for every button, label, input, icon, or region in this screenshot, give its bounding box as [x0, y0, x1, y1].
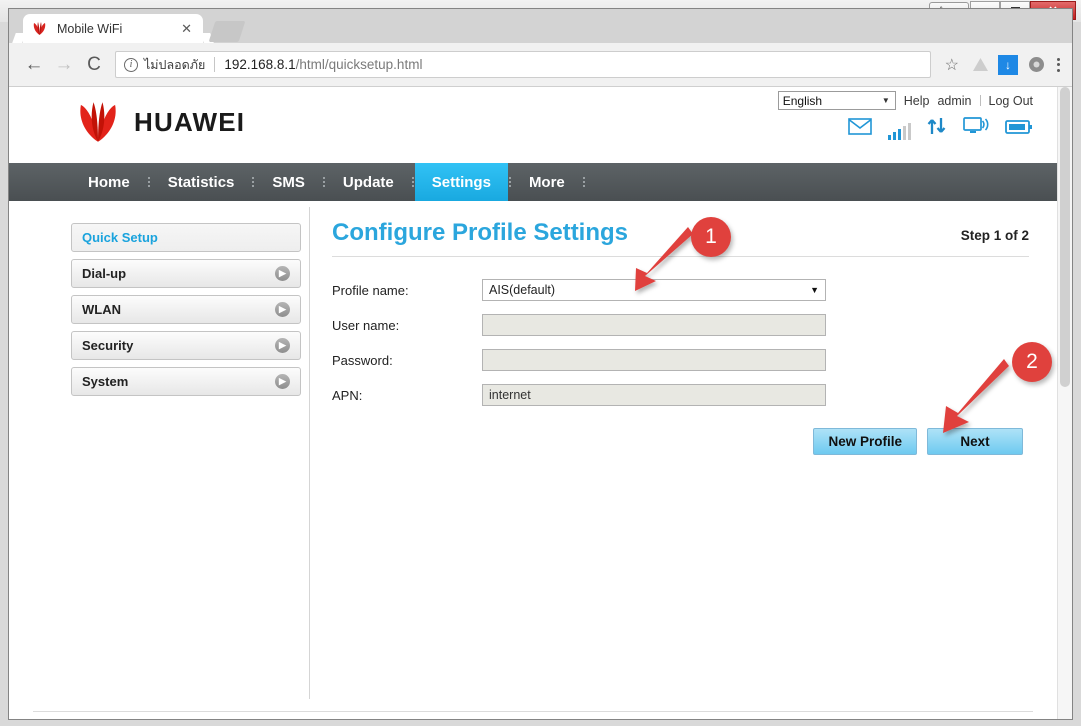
site-header: HUAWEI English ▼ Help admin Log Out: [9, 87, 1057, 163]
three-dot-menu-icon[interactable]: [1057, 57, 1060, 72]
wifi-monitor-icon: [963, 117, 989, 140]
nav-item-settings[interactable]: Settings: [414, 163, 508, 201]
nav-item-update[interactable]: Update: [326, 163, 411, 201]
new-tab-button[interactable]: [208, 21, 246, 42]
huawei-router-page: HUAWEI English ▼ Help admin Log Out Home…: [9, 87, 1057, 719]
new-profile-button[interactable]: New Profile: [813, 428, 917, 455]
profile-name-value: AIS(default): [489, 283, 556, 297]
sidebar-item-quick-setup[interactable]: Quick Setup: [71, 223, 301, 252]
password-input[interactable]: [482, 349, 826, 371]
step-indicator: Step 1 of 2: [960, 228, 1029, 243]
chevron-right-icon: ▶: [275, 266, 290, 281]
language-select[interactable]: English ▼: [777, 91, 896, 110]
scrollbar-thumb[interactable]: [1060, 87, 1070, 387]
page-scrollbar[interactable]: [1057, 87, 1072, 719]
password-label: Password:: [332, 352, 393, 368]
content-header-rule: [332, 256, 1029, 257]
admin-label: admin: [937, 93, 972, 108]
logout-link[interactable]: Log Out: [989, 94, 1033, 108]
apn-label: APN:: [332, 387, 363, 403]
page-body: Quick Setup Dial-up ▶ WLAN ▶ Security ▶ …: [9, 201, 1057, 711]
browser-tabstrip: Mobile WiFi ✕: [9, 9, 1072, 43]
sidebar-item-wlan[interactable]: WLAN ▶: [71, 295, 301, 324]
tab-close-icon[interactable]: ✕: [178, 21, 195, 37]
huawei-logo-icon: [71, 101, 125, 143]
main-navigation: Home Statistics SMS Update Settings More: [9, 163, 1057, 201]
apn-value: internet: [489, 388, 531, 402]
apn-input[interactable]: internet: [482, 384, 826, 406]
nav-item-sms[interactable]: SMS: [255, 163, 322, 201]
sidebar-item-security[interactable]: Security ▶: [71, 331, 301, 360]
huawei-logo: HUAWEI: [71, 101, 245, 143]
sidebar-item-label: System: [82, 374, 129, 389]
utility-divider: [979, 95, 981, 106]
sidebar-item-label: Security: [82, 338, 134, 353]
chevron-right-icon: ▶: [275, 374, 290, 389]
form-row-user-name: User name:: [332, 314, 1029, 336]
huawei-favicon-icon: [31, 21, 48, 36]
form-button-row: New Profile Next: [332, 428, 1029, 455]
form-row-profile-name: Profile name: AIS(default) ▼: [332, 279, 1029, 301]
drive-icon[interactable]: [967, 52, 993, 78]
sidebar-item-label: WLAN: [82, 302, 121, 317]
annotation-badge-1: 1: [691, 217, 731, 257]
status-icon-row: [848, 117, 1033, 140]
address-bar[interactable]: i ไม่ปลอดภัย 192.168.8.1/html/quicksetup…: [115, 51, 931, 78]
nav-item-statistics[interactable]: Statistics: [151, 163, 252, 201]
url-path: /html/quicksetup.html: [295, 57, 423, 72]
extension-icon[interactable]: [1023, 52, 1049, 78]
form-row-password: Password:: [332, 349, 1029, 371]
battery-icon: [1005, 119, 1033, 140]
signal-strength-icon: [888, 123, 911, 140]
chevron-down-icon: ▼: [881, 96, 890, 105]
forward-icon[interactable]: →: [49, 50, 79, 80]
help-link[interactable]: Help: [904, 94, 930, 108]
bookmark-star-icon[interactable]: ☆: [945, 55, 959, 75]
os-window: สำรอง ✕ Mobile: [0, 0, 1081, 726]
security-status-label: ไม่ปลอดภัย: [144, 57, 206, 72]
profile-name-select[interactable]: AIS(default) ▼: [482, 279, 826, 301]
omnibox-separator: [214, 57, 216, 72]
user-name-input[interactable]: [482, 314, 826, 336]
browser-tab-title: Mobile WiFi: [57, 21, 123, 36]
profile-settings-form: Profile name: AIS(default) ▼ User name:: [332, 279, 1029, 406]
settings-content: Configure Profile Settings Step 1 of 2 P…: [310, 201, 1057, 711]
chevron-right-icon: ▶: [275, 302, 290, 317]
sidebar-item-label: Dial-up: [82, 266, 127, 281]
chrome-browser-window: Mobile WiFi ✕ ← → C i ไม่ปลอดภัย 192.168…: [8, 8, 1073, 720]
url-host: 192.168.8.1: [224, 57, 296, 72]
browser-tab[interactable]: Mobile WiFi ✕: [23, 14, 203, 43]
page-title: Configure Profile Settings: [332, 219, 629, 246]
sidebar-item-dial-up[interactable]: Dial-up ▶: [71, 259, 301, 288]
reload-icon[interactable]: C: [79, 50, 109, 80]
language-selected-value: English: [782, 93, 823, 108]
browser-toolbar: ← → C i ไม่ปลอดภัย 192.168.8.1/html/quic…: [9, 43, 1072, 87]
chevron-down-icon: ▼: [810, 285, 819, 295]
download-icon[interactable]: ↓: [995, 52, 1021, 78]
site-info-icon[interactable]: i: [124, 57, 138, 72]
url-text: 192.168.8.1/html/quicksetup.html: [224, 57, 422, 72]
brand-name: HUAWEI: [134, 106, 246, 137]
chevron-right-icon: ▶: [275, 338, 290, 353]
sidebar-item-system[interactable]: System ▶: [71, 367, 301, 396]
back-icon[interactable]: ←: [19, 50, 49, 80]
form-row-apn: APN: internet: [332, 384, 1029, 406]
annotation-badge-2: 2: [1012, 342, 1052, 382]
settings-sidebar: Quick Setup Dial-up ▶ WLAN ▶ Security ▶ …: [9, 201, 309, 711]
envelope-icon[interactable]: [848, 118, 872, 140]
next-button[interactable]: Next: [927, 428, 1023, 455]
page-footer: Privacy Policy (C) 2006-2016 HUAWEI TECH…: [9, 711, 1057, 719]
sidebar-item-label: Quick Setup: [82, 230, 158, 245]
nav-item-more[interactable]: More: [512, 163, 582, 201]
profile-name-label: Profile name:: [332, 282, 409, 298]
footer-row: Privacy Policy (C) 2006-2016 HUAWEI TECH…: [9, 712, 1057, 719]
header-utility-row: English ▼ Help admin Log Out: [777, 91, 1033, 110]
content-header: Configure Profile Settings Step 1 of 2: [332, 219, 1029, 247]
user-name-label: User name:: [332, 317, 400, 333]
page-viewport: HUAWEI English ▼ Help admin Log Out Home…: [9, 87, 1072, 719]
data-transfer-icon: [927, 117, 947, 140]
nav-separator-icon: [582, 163, 586, 201]
nav-item-home[interactable]: Home: [71, 163, 147, 201]
